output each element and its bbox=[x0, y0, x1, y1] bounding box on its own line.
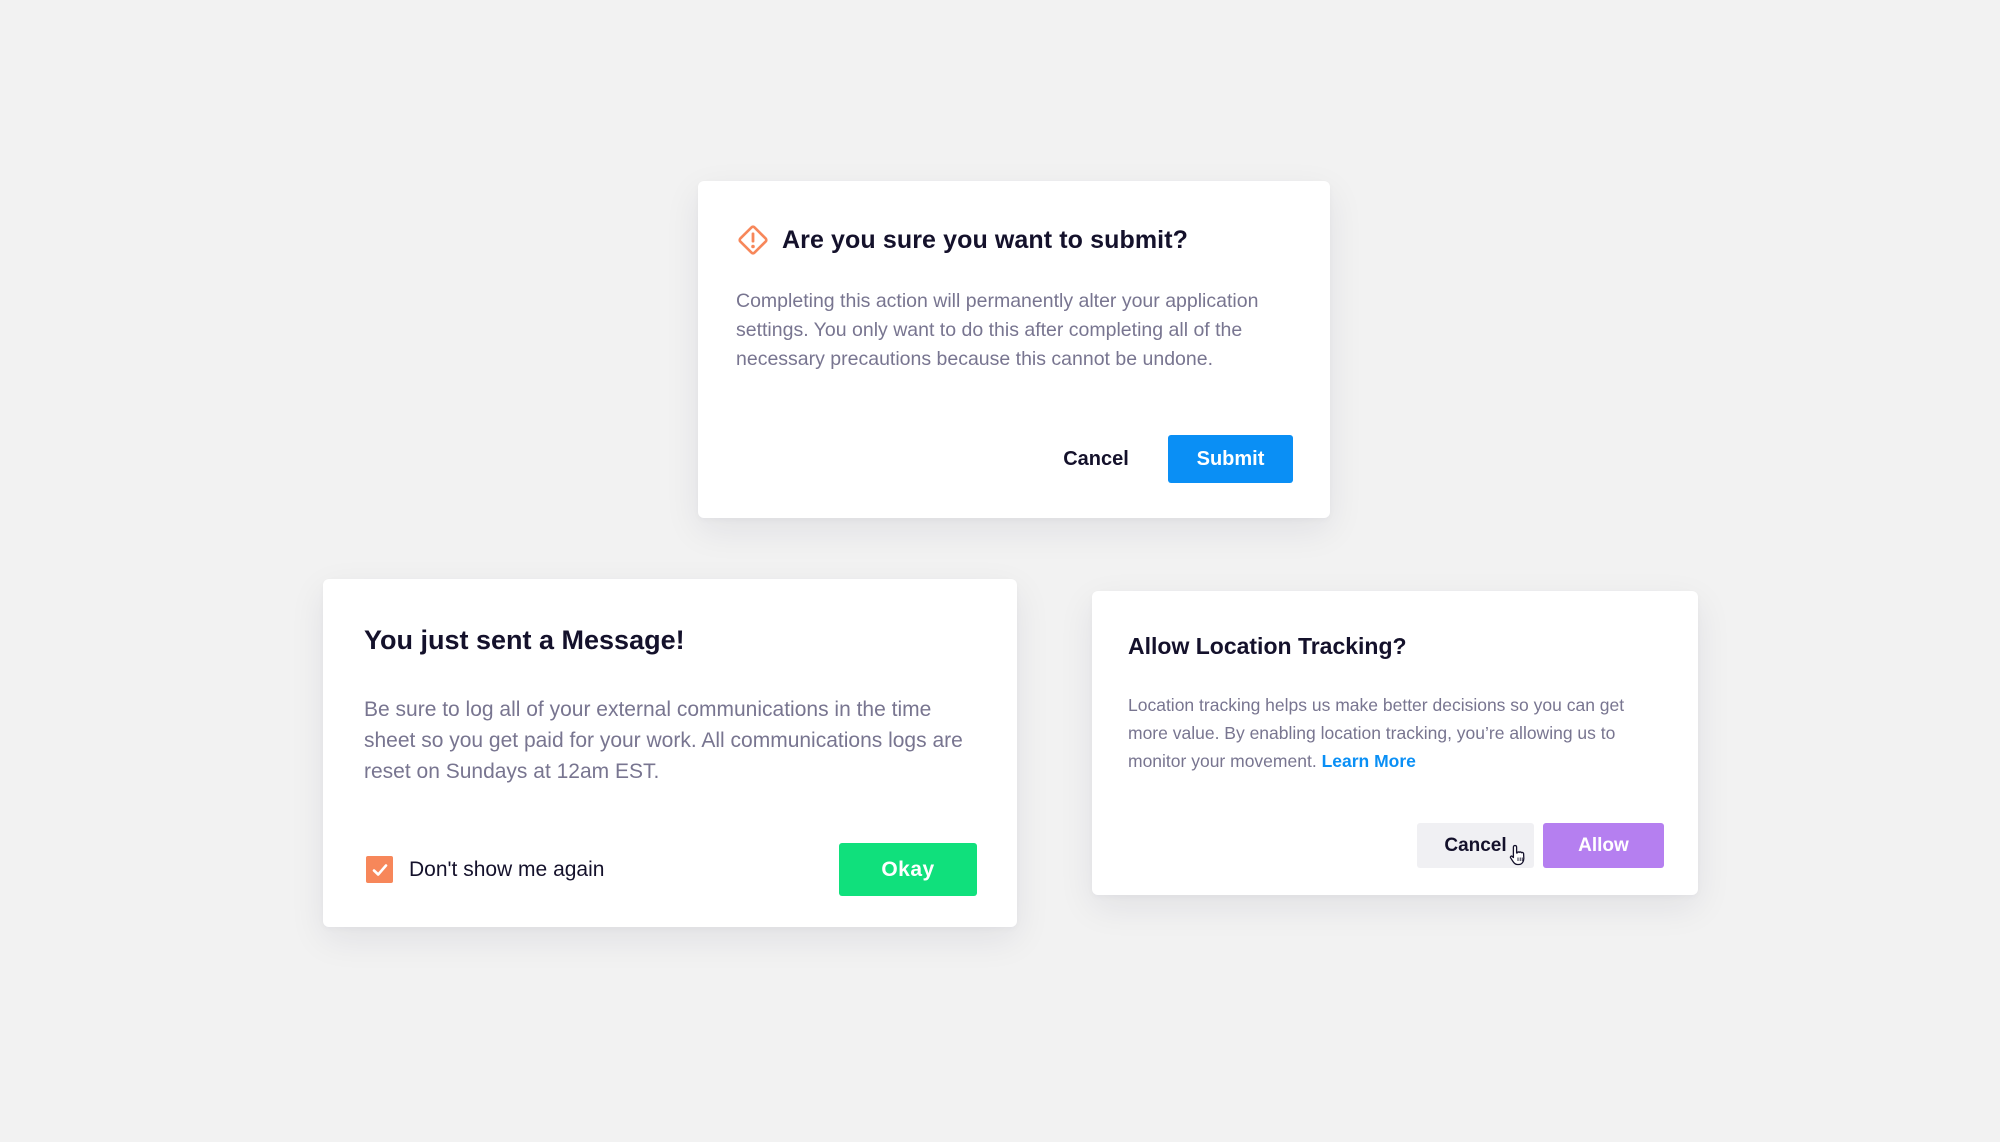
message-dialog-title: You just sent a Message! bbox=[364, 625, 685, 655]
okay-button[interactable]: Okay bbox=[839, 843, 977, 896]
cancel-button[interactable]: Cancel bbox=[1043, 435, 1149, 483]
dont-show-again-label: Don't show me again bbox=[409, 857, 605, 881]
learn-more-link[interactable]: Learn More bbox=[1322, 751, 1416, 771]
cancel-button[interactable]: Cancel bbox=[1417, 823, 1534, 868]
checkmark-icon bbox=[372, 863, 387, 876]
submit-confirm-dialog: Are you sure you want to submit? Complet… bbox=[698, 181, 1330, 518]
location-dialog-title: Allow Location Tracking? bbox=[1128, 633, 1407, 659]
dont-show-again-toggle[interactable]: Don't show me again bbox=[366, 856, 604, 883]
submit-dialog-body: Completing this action will permanently … bbox=[736, 290, 1259, 370]
submit-button[interactable]: Submit bbox=[1168, 435, 1293, 483]
allow-button[interactable]: Allow bbox=[1543, 823, 1664, 868]
message-dialog-body: Be sure to log all of your external comm… bbox=[364, 698, 963, 783]
location-dialog-body: Location tracking helps us make better d… bbox=[1128, 691, 1668, 775]
submit-dialog-title: Are you sure you want to submit? bbox=[782, 225, 1189, 254]
submit-dialog-header: Are you sure you want to submit? bbox=[736, 223, 1188, 257]
location-tracking-dialog: Allow Location Tracking? Location tracki… bbox=[1092, 591, 1698, 895]
dont-show-again-checkbox[interactable] bbox=[366, 856, 393, 883]
warning-diamond-icon bbox=[736, 223, 770, 257]
message-sent-dialog: You just sent a Message! Be sure to log … bbox=[323, 579, 1017, 927]
